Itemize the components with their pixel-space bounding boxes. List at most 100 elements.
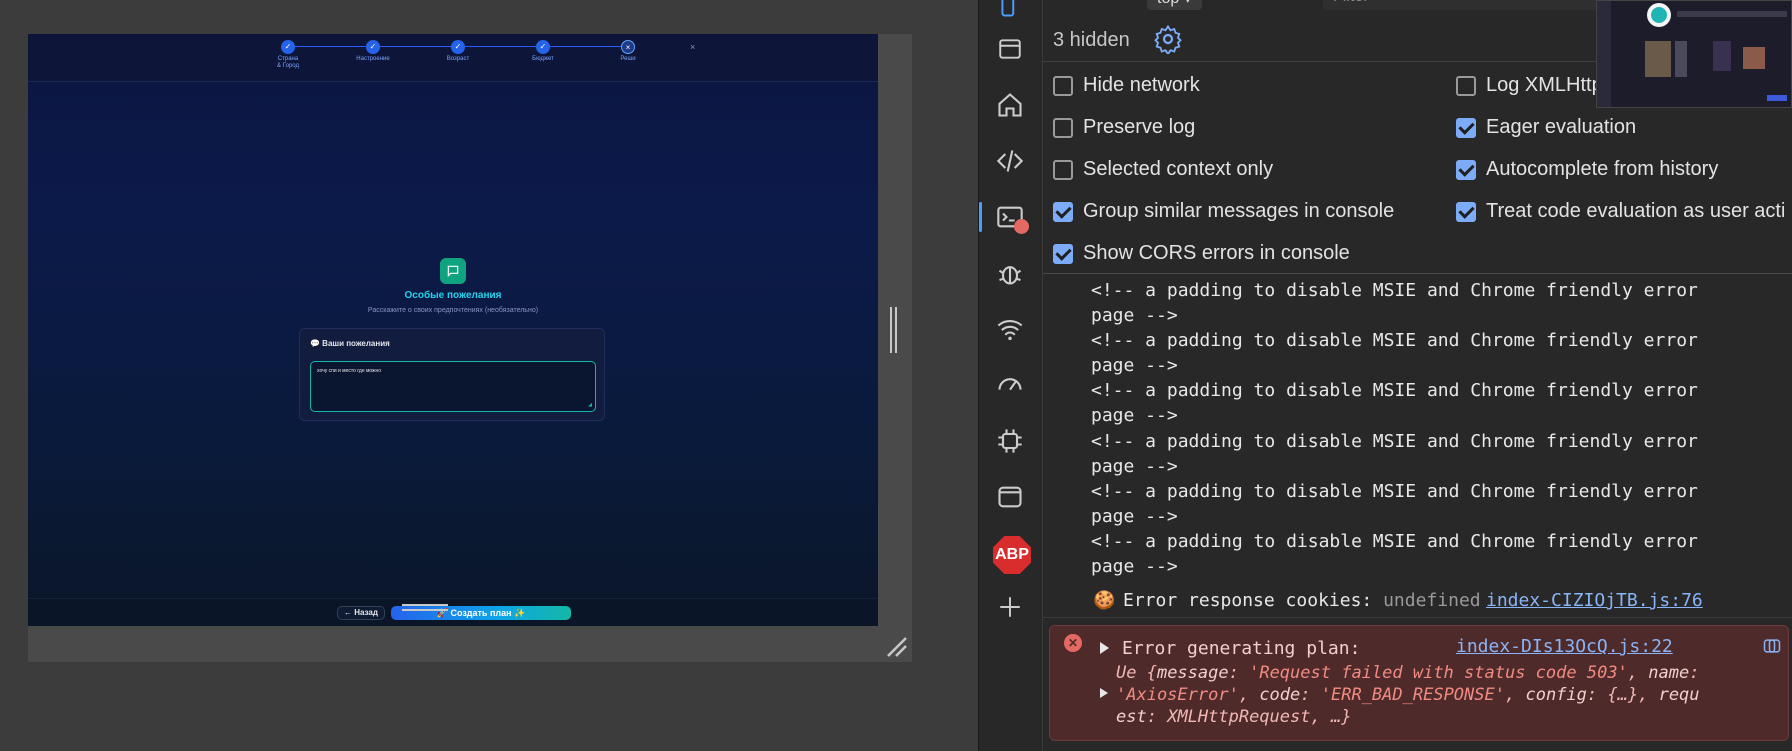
setting-eager-evaluation[interactable]: Eager evaluation: [1456, 116, 1636, 139]
window-icon[interactable]: [991, 30, 1029, 68]
wishes-card: 💬 Ваши пожелания хочу спи и место где мо…: [299, 328, 605, 421]
setting-label: Autocomplete from history: [1486, 158, 1719, 180]
setting-label: Log XMLHttpRequests: [1486, 74, 1601, 96]
setting-preserve-log[interactable]: Preserve log: [1053, 116, 1195, 139]
setting-label: Preserve log: [1083, 116, 1196, 138]
network-wifi-icon[interactable]: [991, 310, 1029, 348]
setting-autocomplete[interactable]: Autocomplete from history: [1456, 158, 1718, 181]
wishes-textarea[interactable]: хочу спи и место где можно ◢: [310, 361, 596, 412]
setting-label: Treat code evaluation as user action: [1486, 200, 1784, 222]
device-viewport-area: ✓ Страна & Город ✓ Настроение ✓ Возраст ✓…: [0, 0, 978, 751]
settings-gear-icon[interactable]: [1153, 24, 1183, 56]
log-line: <!-- a padding to disable MSIE and Chrom…: [1091, 431, 1698, 452]
expand-object-icon[interactable]: [1100, 688, 1108, 698]
console-icon[interactable]: [979, 198, 1029, 236]
wishes-text: хочу спи и место где можно: [317, 368, 382, 374]
elements-icon[interactable]: [991, 142, 1029, 180]
add-tool-icon[interactable]: [991, 588, 1029, 626]
setting-selected-context[interactable]: Selected context only: [1053, 158, 1273, 181]
setting-label: Hide network: [1083, 74, 1200, 96]
expand-triangle-icon[interactable]: [1100, 642, 1109, 654]
activity-bar: ABP: [979, 0, 1043, 751]
log-line: page -->: [1091, 456, 1178, 477]
devtools-panel: ABP top ▾ Filter 3 hidden Hide network L…: [978, 0, 1792, 751]
setting-treat-code-eval[interactable]: Treat code evaluation as user action: [1456, 200, 1784, 223]
error-value: XMLHttpRequest, …}: [1167, 707, 1352, 727]
checkbox[interactable]: [1053, 75, 1073, 96]
error-message: ✕ Error generating plan: index-DIs13OcQ.…: [1049, 625, 1789, 741]
preview-thumbnail[interactable]: [1596, 0, 1792, 108]
wishes-header: Особые пожелания Расскажите о своих пред…: [28, 258, 878, 314]
horizontal-resize-handle[interactable]: [402, 604, 448, 614]
setting-label: Group similar messages in console: [1083, 200, 1395, 222]
step-label: Страна: [277, 56, 299, 62]
log-line: page -->: [1091, 355, 1178, 376]
resize-grip-icon[interactable]: ◢: [588, 402, 592, 408]
step-final[interactable]: × Реши: [598, 40, 658, 63]
memory-chip-icon[interactable]: [991, 422, 1029, 460]
error-value: 'Request failed with status code 503': [1249, 663, 1628, 683]
error-key: requ: [1658, 685, 1700, 705]
error-key: config: [1525, 685, 1587, 705]
chat-icon: [440, 258, 466, 284]
cookie-icon: 🍪: [1093, 590, 1116, 610]
hidden-count: 3 hidden: [1053, 29, 1130, 51]
log-line: <!-- a padding to disable MSIE and Chrom…: [1091, 330, 1698, 351]
step-country[interactable]: ✓ Страна & Город: [258, 40, 318, 70]
step-age[interactable]: ✓ Возраст: [428, 40, 488, 63]
log-line: page -->: [1091, 506, 1178, 527]
checkbox[interactable]: [1053, 159, 1073, 180]
log-line: <!-- a padding to disable MSIE and Chrom…: [1091, 481, 1698, 502]
checkbox[interactable]: [1456, 201, 1476, 222]
error-class: Ue {: [1116, 663, 1157, 683]
checkbox[interactable]: [1053, 201, 1073, 222]
setting-group-similar[interactable]: Group similar messages in console: [1053, 200, 1394, 223]
setting-label: Eager evaluation: [1486, 116, 1637, 138]
checkbox[interactable]: [1456, 117, 1476, 138]
adblock-plus-icon[interactable]: ABP: [993, 536, 1031, 574]
vertical-resize-handle[interactable]: [890, 307, 900, 353]
current-step-icon: ×: [621, 40, 635, 54]
error-body: Ue {message: 'Request failed with status…: [1116, 663, 1700, 727]
step-mood[interactable]: ✓ Настроение: [343, 40, 403, 63]
checkbox[interactable]: [1053, 243, 1073, 264]
error-title: Error generating plan:: [1122, 638, 1361, 659]
error-source-link[interactable]: index-DIs13OcQ.js:22: [1456, 636, 1673, 657]
error-value: 'AxiosError': [1116, 685, 1239, 705]
step-budget[interactable]: ✓ Бюджет: [513, 40, 573, 63]
corner-resize-handle[interactable]: [884, 634, 908, 658]
back-button[interactable]: ← Назад: [337, 606, 385, 620]
log-line: <!-- a padding to disable MSIE and Chrom…: [1091, 531, 1698, 552]
context-select[interactable]: top ▾: [1147, 0, 1202, 10]
error-key: message: [1156, 663, 1229, 683]
cookie-label: Error response cookies:: [1123, 590, 1373, 611]
cookie-value: undefined: [1383, 590, 1481, 611]
device-toggle-icon[interactable]: [991, 0, 1029, 28]
section-title: Особые пожелания: [404, 290, 502, 301]
filter-input[interactable]: Filter: [1323, 0, 1623, 10]
sources-bug-icon[interactable]: [991, 254, 1029, 292]
checkbox[interactable]: [1456, 75, 1476, 96]
error-key: code: [1259, 685, 1301, 705]
performance-gauge-icon[interactable]: [991, 366, 1029, 404]
console-output: <!-- a padding to disable MSIE and Chrom…: [1043, 276, 1792, 751]
bottom-action-bar: ← Назад 🚀 Создать план ✨: [28, 598, 878, 626]
source-link[interactable]: index-CIZIOjTB.js:76: [1486, 590, 1703, 611]
setting-label: Selected context only: [1083, 158, 1274, 180]
error-key: name: [1648, 663, 1690, 683]
setting-show-cors[interactable]: Show CORS errors in console: [1053, 242, 1350, 265]
log-line: page -->: [1091, 405, 1178, 426]
close-icon[interactable]: ×: [690, 42, 695, 52]
setting-log-xhr[interactable]: Log XMLHttpRequests: [1456, 74, 1601, 97]
step-label: Настроение: [356, 56, 390, 62]
stepper: ✓ Страна & Город ✓ Настроение ✓ Возраст ✓…: [28, 34, 878, 82]
checkbox[interactable]: [1053, 117, 1073, 138]
check-icon: ✓: [366, 40, 380, 54]
application-icon[interactable]: [991, 478, 1029, 516]
check-icon: ✓: [281, 40, 295, 54]
error-value: 'ERR_BAD_RESPONSE': [1320, 685, 1505, 705]
checkbox[interactable]: [1456, 159, 1476, 180]
home-icon[interactable]: [991, 86, 1029, 124]
setting-hide-network[interactable]: Hide network: [1053, 74, 1200, 97]
copilot-icon[interactable]: [1762, 636, 1782, 656]
